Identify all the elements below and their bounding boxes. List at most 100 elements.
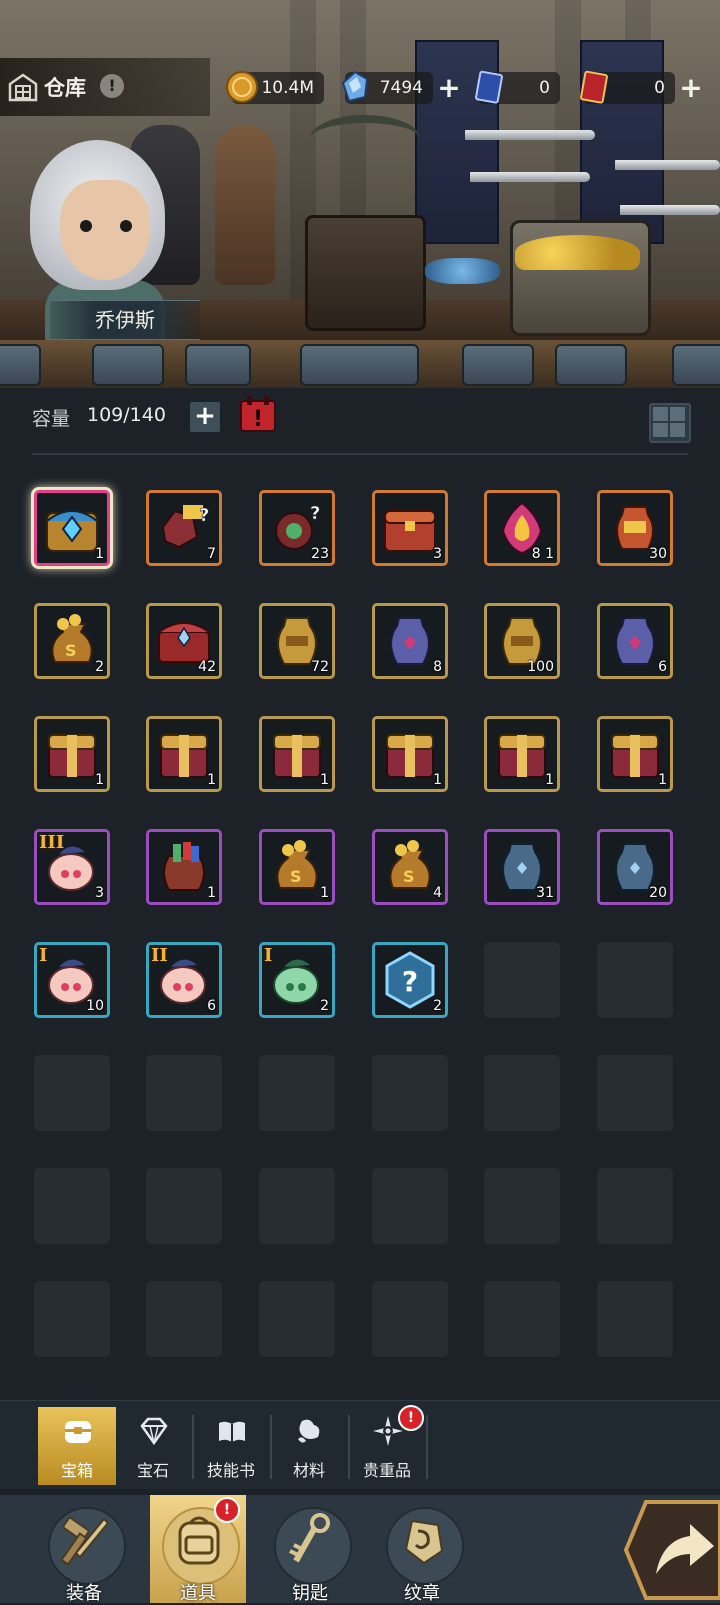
tab-material[interactable]: 材料 — [270, 1407, 350, 1485]
inventory-item-slot[interactable]: I2 — [259, 942, 335, 1018]
rail-block — [300, 344, 419, 386]
inventory-item-slot[interactable]: S4 — [372, 829, 448, 905]
info-icon[interactable]: ! — [100, 74, 124, 98]
gift-chest-icon — [379, 723, 441, 785]
svg-text:?: ? — [310, 503, 320, 524]
share-arrow-icon[interactable] — [622, 1500, 720, 1600]
item-count: 7 — [207, 546, 216, 562]
inventory-item-slot[interactable]: 1 — [146, 829, 222, 905]
red-chest-icon — [379, 497, 441, 559]
scroll-sack-icon — [153, 836, 215, 898]
inventory-item-slot[interactable]: 1 — [34, 490, 110, 566]
tab-valuables[interactable]: 贵重品 ! — [348, 1405, 428, 1485]
tier-badge: I — [39, 945, 48, 966]
svg-text:S: S — [65, 641, 77, 660]
grid-view-toggle[interactable] — [649, 403, 691, 443]
inventory-item-slot[interactable]: 31 — [484, 829, 560, 905]
sword-decoration — [620, 205, 720, 215]
inventory-item-slot[interactable]: II 6 — [146, 942, 222, 1018]
inventory-item-slot[interactable]: ? 23 — [259, 490, 335, 566]
gift-chest-icon — [604, 723, 666, 785]
inventory-item-slot[interactable]: 8 — [372, 603, 448, 679]
expand-capacity-button[interactable]: + — [188, 400, 222, 434]
empty-slot — [372, 1281, 448, 1357]
inventory-item-slot[interactable]: 20 — [597, 829, 673, 905]
inventory-item-slot[interactable]: 1 — [146, 716, 222, 792]
tab-chest[interactable]: 宝箱 — [38, 1407, 116, 1485]
tab-skill-book[interactable]: 技能书 — [192, 1407, 272, 1485]
item-count: 72 — [311, 659, 329, 675]
rail-block — [555, 344, 627, 386]
inventory-item-slot[interactable]: 72 — [259, 603, 335, 679]
calendar-alert-icon[interactable]: ! — [238, 394, 278, 434]
armor-stand — [215, 125, 275, 285]
stone-rail — [0, 340, 720, 388]
empty-slot — [259, 1168, 335, 1244]
rail-block — [92, 344, 164, 386]
inventory-item-slot[interactable]: 30 — [597, 490, 673, 566]
empty-slot — [372, 1055, 448, 1131]
alert-badge: ! — [398, 1405, 424, 1431]
inventory-item-slot[interactable]: 1 — [597, 716, 673, 792]
material-icon — [298, 1419, 320, 1443]
nav-emblem[interactable]: 纹章 — [374, 1495, 470, 1604]
item-count: 20 — [649, 885, 667, 901]
inventory-item-slot[interactable]: I 10 — [34, 942, 110, 1018]
tier-badge: II — [151, 945, 168, 966]
warehouse-scene: 乔伊斯 — [0, 0, 720, 350]
inventory-item-slot[interactable]: 1 — [484, 716, 560, 792]
inventory-item-slot[interactable]: 1 — [259, 716, 335, 792]
inventory-item-slot[interactable]: 1 — [34, 716, 110, 792]
sword-decoration — [470, 172, 590, 182]
empty-slot — [146, 1281, 222, 1357]
item-count: 8 1 — [531, 546, 554, 562]
inventory-item-slot[interactable]: 6 — [597, 603, 673, 679]
inventory-item-slot[interactable]: S1 — [259, 829, 335, 905]
item-count: 2 — [433, 998, 442, 1014]
emblem-icon — [404, 1519, 444, 1565]
tier-badge: III — [39, 832, 65, 853]
empty-slot — [484, 942, 560, 1018]
inventory-item-slot[interactable]: 8 1 — [484, 490, 560, 566]
item-count: 1 — [207, 772, 216, 788]
divider — [32, 453, 688, 455]
bottom-nav: 装备 道具 ! 钥匙 纹章 — [0, 1492, 720, 1604]
tab-gem[interactable]: 宝石 — [114, 1407, 194, 1485]
nav-keys[interactable]: 钥匙 — [262, 1495, 358, 1604]
tab-label: 技能书 — [206, 1461, 255, 1480]
diamond-icon — [140, 1417, 168, 1446]
empty-slot — [372, 1168, 448, 1244]
hero-eye — [120, 220, 132, 232]
item-count: 2 — [95, 659, 104, 675]
top-bar: 仓库 ! 10.4M 7494 + 0 0 + — [0, 58, 720, 116]
item-count: 1 — [95, 772, 104, 788]
nav-items[interactable]: 道具 ! — [150, 1495, 246, 1604]
nav-label: 道具 — [180, 1583, 216, 1604]
inventory-item-slot[interactable]: 100 — [484, 603, 560, 679]
item-count: 1 — [320, 885, 329, 901]
inventory-item-slot[interactable]: S2 — [34, 603, 110, 679]
add-red-card-button[interactable]: + — [677, 74, 705, 102]
add-crystal-button[interactable]: + — [435, 74, 463, 102]
inventory-item-slot[interactable]: 1 — [372, 716, 448, 792]
rail-block — [185, 344, 251, 386]
inventory-item-slot[interactable]: ? 7 — [146, 490, 222, 566]
rail-block — [672, 344, 720, 386]
item-count: 4 — [433, 885, 442, 901]
empty-slot — [484, 1055, 560, 1131]
inventory-item-slot[interactable]: 42 — [146, 603, 222, 679]
inventory-item-slot[interactable]: 3 — [372, 490, 448, 566]
gold-value: 10.4M — [261, 78, 314, 98]
nav-label: 装备 — [66, 1583, 102, 1604]
gift-chest-icon — [41, 723, 103, 785]
coin-bag-icon: S — [266, 836, 328, 898]
inventory-item-slot[interactable]: III 3 — [34, 829, 110, 905]
inventory-item-slot[interactable]: ? 2 — [372, 942, 448, 1018]
blue-card-counter: 0 — [475, 70, 560, 104]
hero-face — [60, 180, 150, 280]
nav-equipment[interactable]: 装备 — [36, 1495, 132, 1604]
item-count: 31 — [536, 885, 554, 901]
title-area: 仓库 ! — [0, 58, 210, 116]
item-count: 3 — [433, 546, 442, 562]
tab-label: 宝石 — [136, 1461, 169, 1480]
